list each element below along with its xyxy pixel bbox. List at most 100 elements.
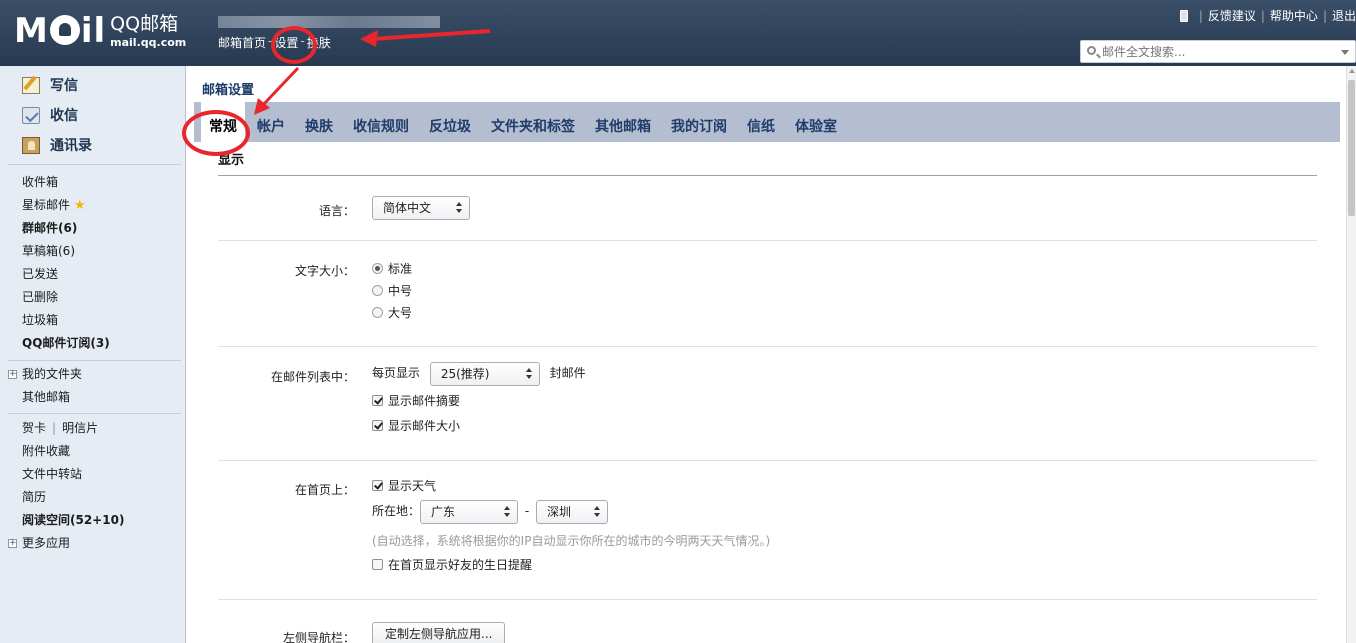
select-arrows-icon bbox=[504, 505, 511, 518]
main-scrollbar[interactable] bbox=[1346, 66, 1356, 643]
app-attachments[interactable]: 附件收藏 bbox=[22, 440, 124, 463]
show-weather-option[interactable]: 显示天气 bbox=[372, 475, 770, 497]
compose-icon bbox=[22, 76, 40, 94]
city-select[interactable]: 深圳 bbox=[536, 499, 609, 524]
location-label: 所在地： bbox=[372, 504, 421, 518]
nav-mail-home[interactable]: 邮箱首页 bbox=[218, 34, 266, 51]
customize-left-nav-button[interactable]: 定制左侧导航应用... bbox=[372, 622, 506, 643]
contacts-button[interactable]: 通讯录 bbox=[22, 134, 92, 156]
per-page-suffix: 封邮件 bbox=[549, 366, 586, 380]
tab-labs[interactable]: 体验室 bbox=[795, 102, 837, 142]
my-folders-list: + 我的文件夹 其他邮箱 bbox=[8, 363, 83, 409]
folder-sent[interactable]: 已发送 bbox=[22, 263, 110, 286]
checkbox[interactable] bbox=[372, 559, 383, 570]
link-separator: | bbox=[52, 421, 57, 435]
radio[interactable] bbox=[372, 307, 383, 318]
folder-subscriptions[interactable]: QQ邮件订阅(3) bbox=[22, 332, 110, 355]
language-row: 语言： 简体中文 bbox=[218, 177, 1317, 241]
font-size-label: 文字大小： bbox=[294, 264, 355, 278]
feedback-link[interactable]: 反馈建议 bbox=[1208, 7, 1256, 24]
homepage-row: 在首页上： 显示天气 所在地： 广东 - 深圳 (自动选择，系统将根据你的IP自动… bbox=[218, 461, 1317, 600]
qq-mail-logo[interactable]: Mil QQ邮箱 mail.qq.com bbox=[14, 12, 186, 50]
search-icon[interactable] bbox=[1087, 46, 1096, 55]
logo-domain: mail.qq.com bbox=[110, 36, 187, 49]
my-folders[interactable]: + 我的文件夹 bbox=[8, 363, 83, 386]
postcard-link[interactable]: 明信片 bbox=[62, 421, 98, 435]
tab-inbox-rules[interactable]: 收信规则 bbox=[353, 102, 409, 142]
scroll-thumb[interactable] bbox=[1348, 80, 1355, 216]
province-value: 广东 bbox=[431, 504, 456, 519]
folder-group-mail[interactable]: 群邮件(6) bbox=[22, 217, 110, 240]
folder-drafts[interactable]: 草稿箱(6) bbox=[22, 240, 110, 263]
mobile-icon[interactable] bbox=[1179, 9, 1188, 22]
app-resume[interactable]: 简历 bbox=[22, 486, 124, 509]
star-icon: ★ bbox=[74, 198, 86, 213]
option-label: 显示邮件摘要 bbox=[388, 394, 461, 408]
contacts-label: 通讯录 bbox=[50, 138, 92, 154]
expand-plus-icon[interactable]: + bbox=[8, 370, 17, 379]
per-page-value: 25(推荐) bbox=[440, 366, 490, 381]
per-page-prefix: 每页显示 bbox=[372, 366, 421, 380]
scroll-up-icon[interactable] bbox=[1349, 69, 1355, 73]
tab-stationery[interactable]: 信纸 bbox=[747, 102, 775, 142]
folder-deleted[interactable]: 已删除 bbox=[22, 286, 110, 309]
checkbox-checked[interactable] bbox=[372, 420, 383, 431]
folder-starred[interactable]: 星标邮件 ★ bbox=[22, 194, 110, 217]
folder-spam[interactable]: 垃圾箱 bbox=[22, 309, 110, 332]
tab-skin[interactable]: 换肤 bbox=[305, 102, 333, 142]
logout-link[interactable]: 退出 bbox=[1332, 7, 1356, 24]
search-input[interactable] bbox=[1102, 43, 1332, 60]
language-select[interactable]: 简体中文 bbox=[372, 196, 470, 220]
inbox-button[interactable]: 收信 bbox=[22, 104, 78, 126]
radio-selected[interactable] bbox=[372, 263, 383, 274]
birthday-reminder-option[interactable]: 在首页显示好友的生日提醒 bbox=[372, 554, 770, 576]
logo-brand: QQ邮箱 bbox=[110, 13, 179, 35]
mail-list-label: 在邮件列表中： bbox=[270, 370, 355, 384]
app-file-transfer[interactable]: 文件中转站 bbox=[22, 463, 124, 486]
province-select[interactable]: 广东 bbox=[420, 499, 519, 524]
show-summary-option[interactable]: 显示邮件摘要 bbox=[372, 389, 586, 414]
more-apps[interactable]: + 更多应用 bbox=[8, 532, 124, 555]
tab-subscriptions[interactable]: 我的订阅 bbox=[671, 102, 727, 142]
section-display-title: 显示 bbox=[218, 150, 1317, 176]
select-arrows-icon bbox=[456, 202, 463, 214]
per-page-select[interactable]: 25(推荐) bbox=[429, 361, 540, 386]
tab-other-mailboxes[interactable]: 其他邮箱 bbox=[595, 102, 651, 142]
divider bbox=[8, 360, 181, 361]
expand-plus-icon[interactable]: + bbox=[8, 539, 17, 548]
show-size-option[interactable]: 显示邮件大小 bbox=[372, 414, 586, 439]
divider bbox=[8, 164, 181, 165]
folder-starred-label: 星标邮件 bbox=[22, 198, 71, 212]
font-size-large[interactable]: 大号 bbox=[372, 302, 412, 324]
greeting-card-link[interactable]: 贺卡 bbox=[22, 421, 46, 435]
checkbox-checked[interactable] bbox=[372, 395, 383, 406]
link-separator: | bbox=[1260, 8, 1265, 23]
font-size-medium[interactable]: 中号 bbox=[372, 280, 412, 302]
tab-anti-spam[interactable]: 反垃圾 bbox=[429, 102, 471, 142]
app-reading-space[interactable]: 阅读空间(52+10) bbox=[22, 509, 124, 532]
inbox-icon bbox=[22, 106, 40, 124]
checkbox-checked[interactable] bbox=[372, 480, 383, 491]
location-dash: - bbox=[524, 504, 530, 518]
radio[interactable] bbox=[372, 285, 383, 296]
my-folders-label: 我的文件夹 bbox=[22, 367, 83, 381]
tab-folders-labels[interactable]: 文件夹和标签 bbox=[491, 102, 575, 142]
option-label: 在首页显示好友的生日提醒 bbox=[388, 558, 533, 572]
settings-main: 邮箱设置 常规 帐户 换肤 收信规则 反垃圾 文件夹和标签 其他邮箱 我的订阅 … bbox=[186, 66, 1356, 643]
language-label: 语言： bbox=[318, 204, 355, 218]
select-arrows-icon bbox=[594, 505, 601, 518]
tab-account[interactable]: 帐户 bbox=[257, 102, 285, 142]
option-label: 中号 bbox=[388, 284, 413, 298]
cards-row: 贺卡 | 明信片 bbox=[22, 417, 124, 440]
help-center-link[interactable]: 帮助中心 bbox=[1270, 7, 1318, 24]
city-value: 深圳 bbox=[547, 504, 572, 519]
mail-list-row: 在邮件列表中： 每页显示 25(推荐) 封邮件 显示邮件摘要 显示邮件大小 bbox=[218, 347, 1317, 461]
chevron-down-icon[interactable] bbox=[1341, 50, 1349, 55]
logo-letter-m: M bbox=[14, 11, 49, 51]
folder-inbox[interactable]: 收件箱 bbox=[22, 171, 110, 194]
annotation-circle bbox=[271, 26, 317, 64]
option-label: 标准 bbox=[388, 262, 413, 276]
font-size-standard[interactable]: 标准 bbox=[372, 258, 412, 280]
other-mailboxes[interactable]: 其他邮箱 bbox=[22, 386, 82, 409]
compose-button[interactable]: 写信 bbox=[22, 74, 78, 96]
